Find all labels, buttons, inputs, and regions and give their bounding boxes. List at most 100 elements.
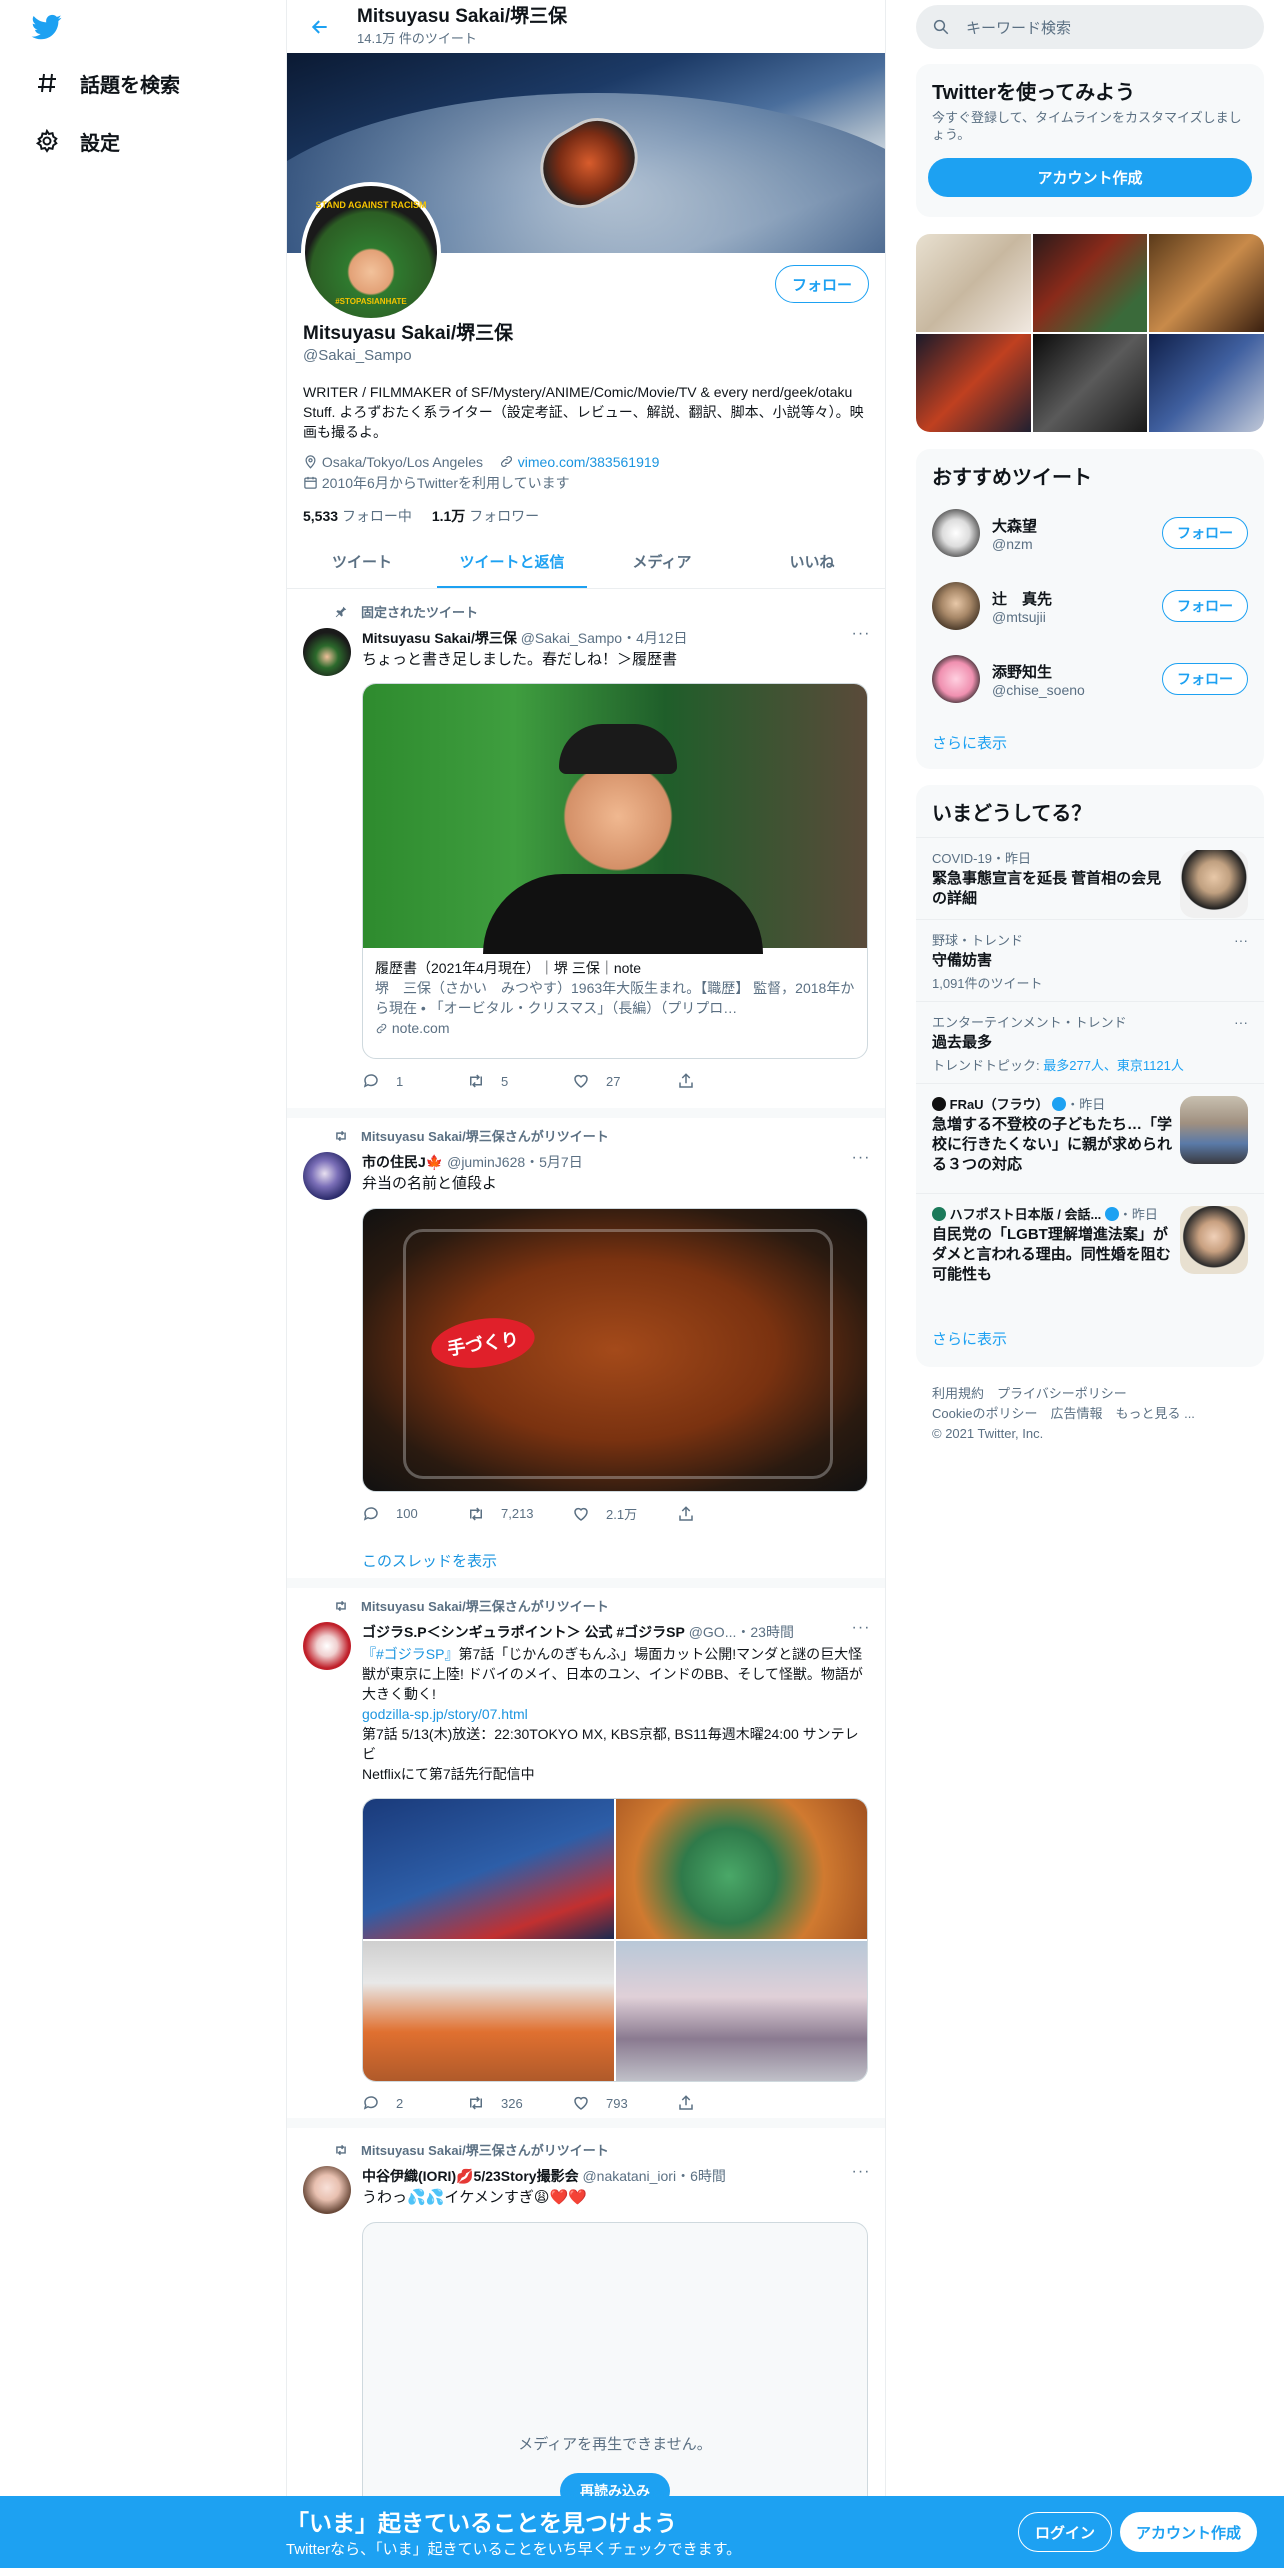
retweet-icon <box>467 1505 485 1523</box>
like-button[interactable]: 27 <box>572 1072 677 1090</box>
tweet-avatar[interactable] <box>303 628 351 676</box>
more-options-icon[interactable]: ··· <box>1234 932 1248 948</box>
tab-media[interactable]: メディア <box>587 535 737 588</box>
like-button[interactable]: 2.1万 <box>572 1504 677 1523</box>
tweet-author[interactable]: 中谷伊織(IORI)💋5/23Story撮影会 <box>362 2168 579 2184</box>
reply-button[interactable]: 1 <box>362 1072 467 1090</box>
more-options-icon[interactable]: ··· <box>851 1150 871 1172</box>
retweet-button[interactable]: 5 <box>467 1072 572 1090</box>
show-more-link[interactable]: さらに表示 <box>932 1328 1007 1349</box>
tab-tweets-and-replies[interactable]: ツイートと返信 <box>437 535 587 588</box>
tweet-image[interactable]: 手づくり <box>362 1208 868 1492</box>
suggestion-follow-button[interactable]: フォロー <box>1162 517 1248 549</box>
back-arrow-icon[interactable] <box>303 10 337 44</box>
tweet-time[interactable]: ・5月7日 <box>525 1154 583 1170</box>
nav-explore[interactable]: 話題を検索 <box>34 63 180 103</box>
suggestion-item[interactable]: 添野知生 @chise_soeno フォロー <box>932 651 1248 707</box>
tweet-time[interactable]: ・6時間 <box>676 2168 726 2184</box>
like-button[interactable]: 793 <box>572 2094 677 2112</box>
tweet-item[interactable]: 固定されたツイート Mitsuyasu Sakai/堺三保 @Sakai_Sam… <box>287 590 885 1118</box>
profile-avatar[interactable]: STAND AGAINST RACISM #STOPASIANHATE <box>301 182 441 322</box>
suggestion-item[interactable]: 辻 真先 @mtsujii フォロー <box>932 578 1248 634</box>
trend-item[interactable]: ハフポスト日本版 / 会話... ・昨日 自民党の「LGBT理解増進法案」がダメ… <box>916 1193 1264 1305</box>
grid-image-1[interactable] <box>363 1799 614 1939</box>
media-thumb[interactable] <box>1149 334 1264 432</box>
header-name: Mitsuyasu Sakai/堺三保 <box>357 6 568 27</box>
show-more-link[interactable]: さらに表示 <box>932 732 1007 753</box>
verified-icon <box>1104 1207 1119 1221</box>
retweet-icon <box>333 1128 349 1144</box>
hashtag-link[interactable]: 『#ゴジラSP』 <box>362 1646 458 1662</box>
media-thumbnail-grid <box>916 234 1264 432</box>
nav-settings-label: 設定 <box>80 132 120 155</box>
following-stat[interactable]: 5,533 フォロー中 <box>303 508 428 524</box>
nav-settings[interactable]: 設定 <box>34 121 120 161</box>
trend-title: 過去最多 <box>932 1034 993 1051</box>
media-thumb[interactable] <box>1032 234 1148 332</box>
trend-item[interactable]: エンターテインメント・トレンド 過去最多 トレンドトピック: 最多277人、東京… <box>916 1001 1264 1083</box>
share-button[interactable] <box>677 1504 782 1523</box>
tweet-author[interactable]: Mitsuyasu Sakai/堺三保 <box>362 630 517 646</box>
tweet-handle: @GO... <box>688 1624 737 1640</box>
tweet-item[interactable]: Mitsuyasu Sakai/堺三保さんがリツイート ゴジラS.P＜シンギュラ… <box>287 1588 885 2128</box>
tab-likes[interactable]: いいね <box>737 535 885 588</box>
suggestion-follow-button[interactable]: フォロー <box>1162 590 1248 622</box>
grid-image-3[interactable] <box>363 1941 614 2081</box>
tweet-avatar[interactable] <box>303 2166 351 2214</box>
tweet-item[interactable]: Mitsuyasu Sakai/堺三保さんがリツイート 市の住民J🍁 @jumi… <box>287 1118 885 1588</box>
search-bar[interactable]: キーワード検索 <box>916 5 1264 49</box>
calendar-icon <box>303 475 322 491</box>
trend-related-links[interactable]: 最多277人、東京1121人 <box>1043 1058 1184 1073</box>
tweet-avatar[interactable] <box>303 1152 351 1200</box>
more-options-icon[interactable]: ··· <box>851 2164 871 2186</box>
tweet-link[interactable]: godzilla-sp.jp/story/07.html <box>362 1706 528 1722</box>
share-button[interactable] <box>677 2094 782 2112</box>
retweet-button[interactable]: 7,213 <box>467 1504 572 1523</box>
followers-stat[interactable]: 1.1万 フォロワー <box>432 508 555 524</box>
share-button[interactable] <box>677 1072 782 1090</box>
more-options-icon[interactable]: ··· <box>851 626 871 648</box>
create-account-button[interactable]: アカウント作成 <box>928 158 1252 197</box>
suggestion-follow-button[interactable]: フォロー <box>1162 663 1248 695</box>
grid-image-2[interactable] <box>616 1799 867 1939</box>
trend-count: 1,091件のツイート <box>932 976 1043 991</box>
reply-button[interactable]: 100 <box>362 1504 467 1523</box>
retweet-button[interactable]: 326 <box>467 2094 572 2112</box>
profile-url[interactable]: vimeo.com/383561919 <box>518 454 660 470</box>
tweet-time[interactable]: ・23時間 <box>736 1624 794 1640</box>
signup-desc: 今すぐ登録して、タイムラインをカスタマイズしましょう。 <box>932 110 1242 142</box>
tweet-context-label: 固定されたツイート <box>361 605 479 620</box>
media-thumb[interactable] <box>916 234 1031 332</box>
footer-line[interactable]: 利用規約 プライバシーポリシー <box>932 1384 1195 1404</box>
twitter-logo-icon[interactable] <box>30 12 64 42</box>
tweet-image-grid <box>362 1798 868 2082</box>
footer-line[interactable]: Cookieのポリシー 広告情報 もっと見る ... <box>932 1404 1195 1424</box>
login-button[interactable]: ログイン <box>1018 2512 1113 2552</box>
show-thread-link[interactable]: このスレッドを表示 <box>362 1550 497 1571</box>
tweet-avatar[interactable] <box>303 1622 351 1670</box>
media-thumb[interactable] <box>1149 234 1264 332</box>
tweet-author[interactable]: 市の住民J🍁 <box>362 1154 443 1170</box>
retweet-count: 7,213 <box>501 1506 534 1521</box>
tweet-time[interactable]: ・4月12日 <box>622 630 687 646</box>
profile-joined: 2010年6月からTwitterを利用しています <box>321 475 570 491</box>
tab-tweets[interactable]: ツイート <box>287 535 437 588</box>
tweet-author[interactable]: ゴジラS.P＜シンギュラポイント＞ 公式 #ゴジラSP <box>362 1624 685 1640</box>
trend-item[interactable]: COVID-19・昨日 緊急事態宣言を延長 菅首相の会見の詳細 <box>916 837 1264 919</box>
trend-item[interactable]: FRaU（フラウ） ・昨日 急増する不登校の子どもたち…「学校に行きたくない」に… <box>916 1083 1264 1193</box>
suggestion-item[interactable]: 大森望 @nzm フォロー <box>932 505 1248 561</box>
retweet-count: 5 <box>501 1073 509 1089</box>
link-card[interactable]: 履歴書（2021年4月現在）｜堺 三保｜note 堺 三保（さかい みつやす）1… <box>362 683 868 1059</box>
more-options-icon[interactable]: ··· <box>1234 1014 1248 1030</box>
more-options-icon[interactable]: ··· <box>851 1620 871 1642</box>
signup-box: Twitterを使ってみよう 今すぐ登録して、タイムラインをカスタマイズしましょ… <box>916 64 1264 217</box>
media-thumb[interactable] <box>916 334 1031 432</box>
reply-count: 100 <box>396 1506 418 1521</box>
grid-image-4[interactable] <box>616 1941 867 2081</box>
follow-button[interactable]: フォロー <box>774 265 869 303</box>
retweet-count: 326 <box>501 2095 523 2111</box>
signup-button[interactable]: アカウント作成 <box>1120 2512 1258 2552</box>
trend-item[interactable]: 野球・トレンド 守備妨害 1,091件のツイート ··· <box>916 919 1264 1001</box>
reply-button[interactable]: 2 <box>362 2094 467 2112</box>
media-thumb[interactable] <box>1032 334 1148 432</box>
